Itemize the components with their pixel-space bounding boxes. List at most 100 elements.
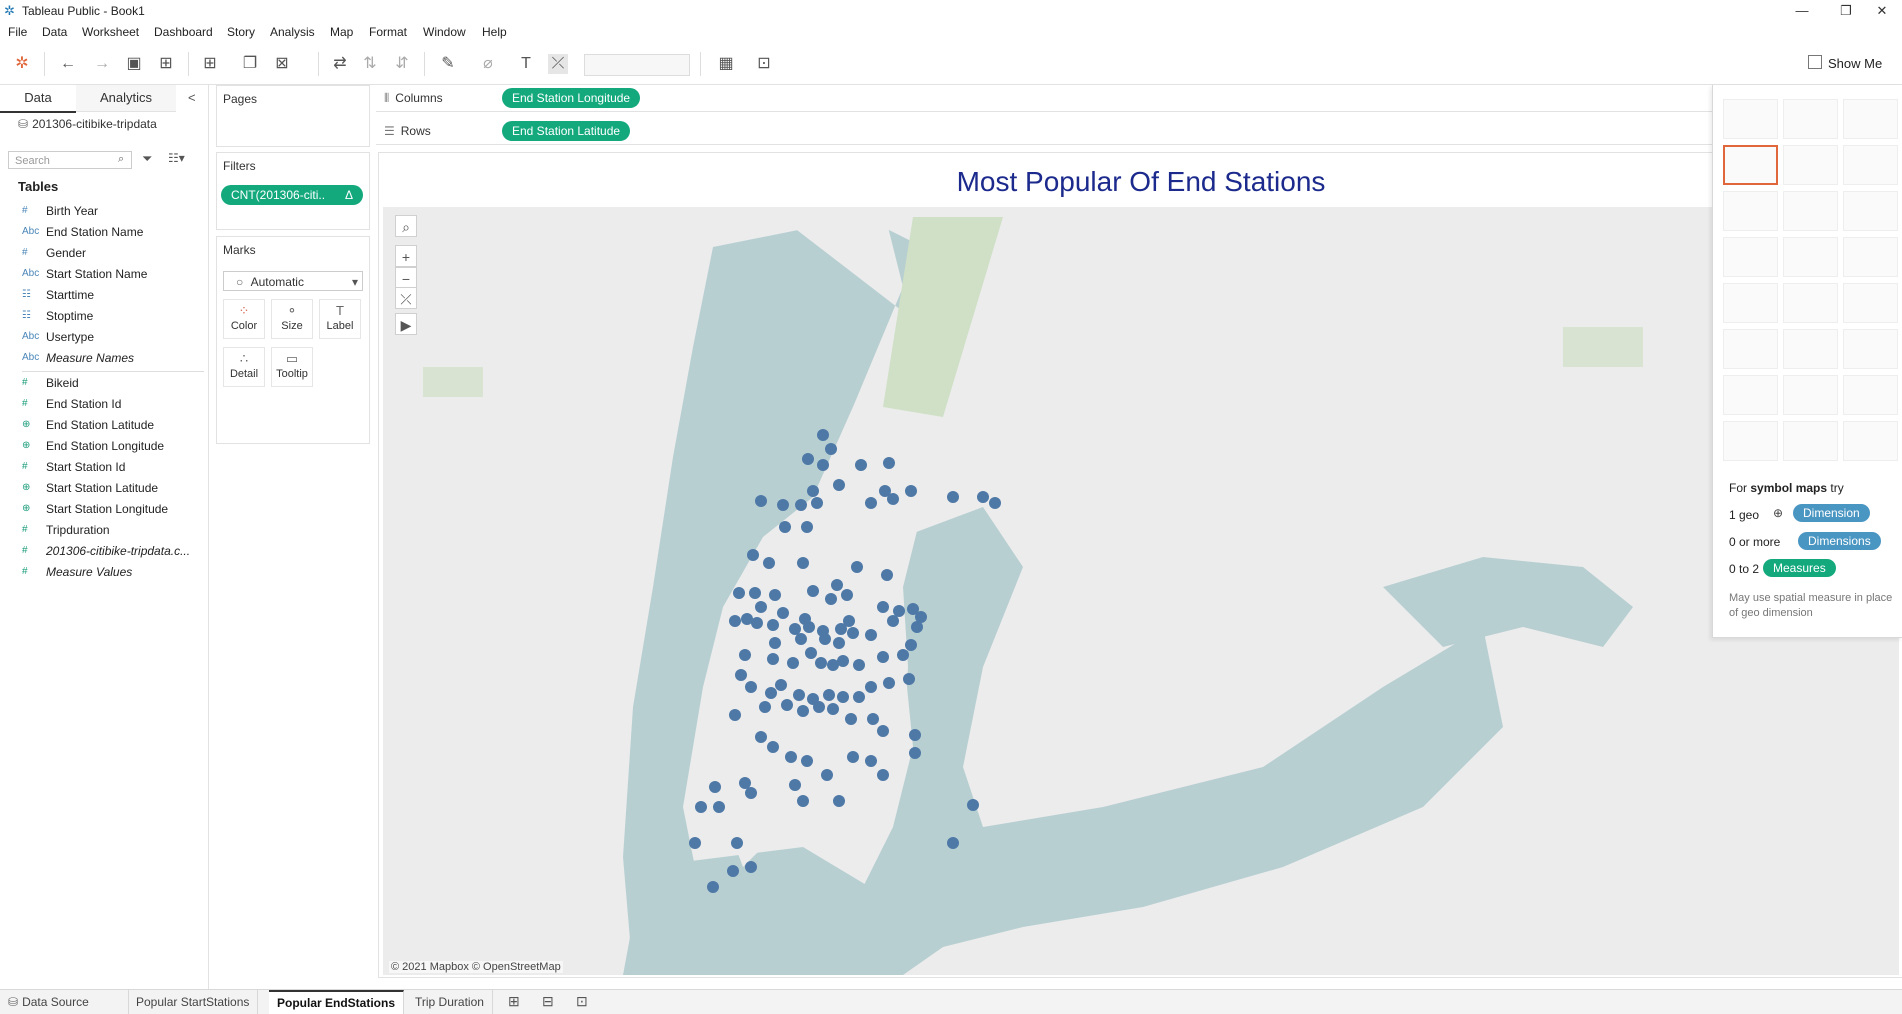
station-mark[interactable] bbox=[855, 459, 867, 471]
station-mark[interactable] bbox=[883, 457, 895, 469]
station-mark[interactable] bbox=[817, 459, 829, 471]
show-cards-icon[interactable]: ▦ bbox=[716, 54, 736, 74]
station-mark[interactable] bbox=[769, 637, 781, 649]
station-mark[interactable] bbox=[837, 691, 849, 703]
station-mark[interactable] bbox=[853, 659, 865, 671]
tooltip-button[interactable]: ▭ Tooltip bbox=[271, 347, 313, 387]
menu-file[interactable]: File bbox=[8, 25, 27, 39]
station-mark[interactable] bbox=[793, 689, 805, 701]
station-mark[interactable] bbox=[853, 691, 865, 703]
station-mark[interactable] bbox=[707, 881, 719, 893]
station-mark[interactable] bbox=[967, 799, 979, 811]
restore-button[interactable]: ❐ bbox=[1826, 2, 1866, 20]
station-mark[interactable] bbox=[795, 499, 807, 511]
field-item[interactable]: Stoptime bbox=[46, 307, 93, 325]
chart-type-thumbnail[interactable] bbox=[1723, 237, 1778, 277]
show-me-button[interactable]: Show Me bbox=[1808, 52, 1896, 76]
station-mark[interactable] bbox=[765, 687, 777, 699]
station-mark[interactable] bbox=[797, 557, 809, 569]
chart-type-thumbnail[interactable] bbox=[1783, 421, 1838, 461]
chart-type-thumbnail[interactable] bbox=[1783, 375, 1838, 415]
save-icon[interactable]: ▣ bbox=[124, 54, 144, 74]
station-mark[interactable] bbox=[947, 491, 959, 503]
station-mark[interactable] bbox=[813, 701, 825, 713]
clear-sheet-icon[interactable]: ⊠ bbox=[272, 54, 292, 74]
rows-shelf[interactable]: ☰ Rows End Station Latitude bbox=[376, 118, 1902, 145]
menu-window[interactable]: Window bbox=[423, 25, 466, 39]
swap-rows-columns-icon[interactable]: ⇄ bbox=[330, 54, 350, 74]
station-mark[interactable] bbox=[777, 499, 789, 511]
station-mark[interactable] bbox=[781, 699, 793, 711]
station-mark[interactable] bbox=[905, 485, 917, 497]
mark-type-dropdown[interactable]: ○ Automatic ▾ bbox=[223, 271, 363, 291]
station-mark[interactable] bbox=[733, 587, 745, 599]
undo-icon[interactable]: ← bbox=[58, 54, 78, 74]
menu-story[interactable]: Story bbox=[227, 25, 255, 39]
station-mark[interactable] bbox=[977, 491, 989, 503]
station-mark[interactable] bbox=[865, 629, 877, 641]
station-mark[interactable] bbox=[805, 647, 817, 659]
highlight-icon[interactable]: ✎ bbox=[438, 54, 458, 74]
sort-descending-icon[interactable]: ⇵ bbox=[392, 54, 412, 74]
field-item[interactable]: Start Station Longitude bbox=[46, 500, 168, 518]
field-item[interactable]: End Station Id bbox=[46, 395, 121, 413]
chart-type-thumbnail[interactable] bbox=[1723, 191, 1778, 231]
field-item[interactable]: Birth Year bbox=[46, 202, 98, 220]
sort-ascending-icon[interactable]: ⇅ bbox=[360, 54, 380, 74]
station-mark[interactable] bbox=[769, 589, 781, 601]
map-search-button[interactable]: ⌕ bbox=[395, 215, 417, 237]
station-mark[interactable] bbox=[801, 521, 813, 533]
redo-icon[interactable]: → bbox=[92, 54, 112, 74]
station-mark[interactable] bbox=[747, 549, 759, 561]
station-mark[interactable] bbox=[893, 605, 905, 617]
chart-type-thumbnail[interactable] bbox=[1783, 329, 1838, 369]
view-title[interactable]: Most Popular Of End Stations bbox=[379, 153, 1902, 205]
chart-type-thumbnail[interactable] bbox=[1783, 99, 1838, 139]
station-mark[interactable] bbox=[877, 769, 889, 781]
station-mark[interactable] bbox=[905, 639, 917, 651]
station-mark[interactable] bbox=[833, 479, 845, 491]
station-mark[interactable] bbox=[713, 801, 725, 813]
station-mark[interactable] bbox=[947, 837, 959, 849]
station-mark[interactable] bbox=[797, 705, 809, 717]
station-mark[interactable] bbox=[729, 615, 741, 627]
presentation-mode-icon[interactable]: ⊡ bbox=[754, 54, 774, 74]
tableau-home-icon[interactable]: ✲ bbox=[12, 54, 32, 74]
station-mark[interactable] bbox=[797, 795, 809, 807]
size-button[interactable]: ⚬ Size bbox=[271, 299, 313, 339]
chart-type-thumbnail[interactable] bbox=[1723, 375, 1778, 415]
menu-data[interactable]: Data bbox=[42, 25, 67, 39]
chart-type-thumbnail[interactable] bbox=[1843, 421, 1898, 461]
zoom-out-button[interactable]: − bbox=[395, 267, 417, 289]
station-mark[interactable] bbox=[865, 681, 877, 693]
station-mark[interactable] bbox=[779, 521, 791, 533]
chart-type-thumbnail[interactable] bbox=[1843, 145, 1898, 185]
tab-trip-duration[interactable]: Trip Duration bbox=[407, 990, 493, 1014]
station-mark[interactable] bbox=[735, 669, 747, 681]
tab-data-source[interactable]: ⛁ Data Source bbox=[0, 990, 129, 1014]
minimize-button[interactable]: — bbox=[1782, 2, 1822, 20]
tab-data[interactable]: Data bbox=[0, 85, 76, 113]
menu-worksheet[interactable]: Worksheet bbox=[82, 25, 139, 39]
map-toolbar-expand-button[interactable]: ▶ bbox=[395, 313, 417, 335]
station-mark[interactable] bbox=[909, 729, 921, 741]
tab-analytics[interactable]: Analytics bbox=[76, 85, 176, 112]
field-item[interactable]: End Station Latitude bbox=[46, 416, 154, 434]
chart-type-thumbnail[interactable] bbox=[1783, 191, 1838, 231]
rows-pill[interactable]: End Station Latitude bbox=[502, 121, 631, 141]
chart-type-thumbnail[interactable] bbox=[1843, 191, 1898, 231]
station-mark[interactable] bbox=[887, 493, 899, 505]
station-mark[interactable] bbox=[825, 443, 837, 455]
filter-pill[interactable]: CNT(201306-citi.. Δ bbox=[221, 185, 363, 205]
pages-card[interactable]: Pages bbox=[216, 85, 370, 147]
station-mark[interactable] bbox=[887, 615, 899, 627]
station-mark[interactable] bbox=[767, 741, 779, 753]
field-item[interactable]: Start Station Latitude bbox=[46, 479, 158, 497]
station-mark[interactable] bbox=[689, 837, 701, 849]
station-mark[interactable] bbox=[739, 649, 751, 661]
chart-type-thumbnail[interactable] bbox=[1723, 145, 1778, 185]
station-mark[interactable] bbox=[819, 633, 831, 645]
collapse-pane-button[interactable]: < bbox=[188, 85, 204, 111]
station-mark[interactable] bbox=[827, 703, 839, 715]
field-item[interactable]: Measure Values bbox=[46, 563, 132, 581]
